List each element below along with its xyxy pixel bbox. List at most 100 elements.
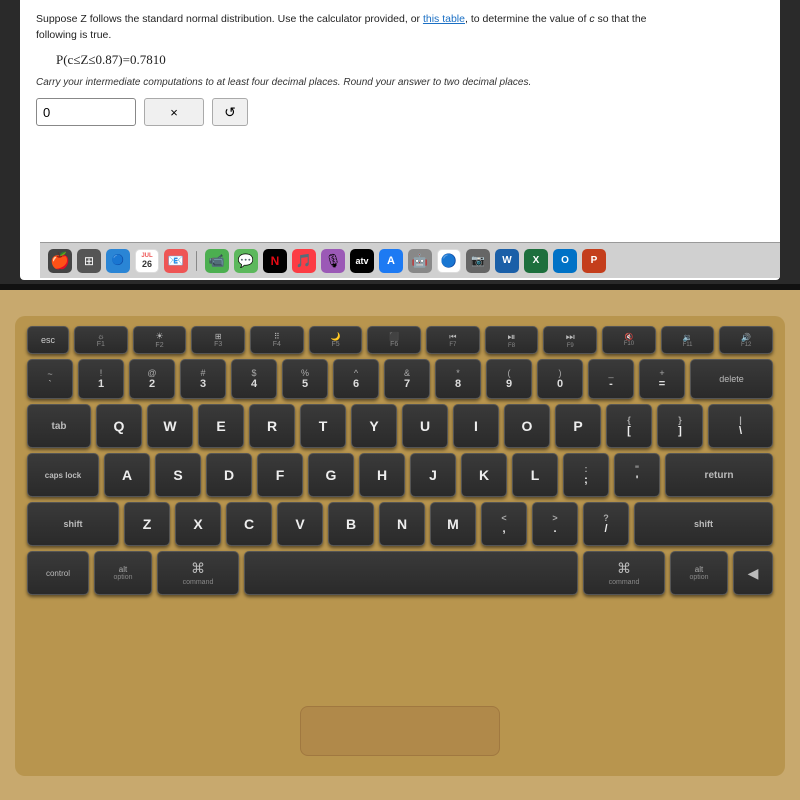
key-f10[interactable]: 🔇 F10	[602, 326, 656, 354]
answer-input[interactable]	[36, 98, 136, 126]
key-8[interactable]: * 8	[435, 359, 481, 399]
key-n[interactable]: N	[379, 502, 425, 546]
key-option-right[interactable]: alt option	[670, 551, 728, 595]
key-f8[interactable]: ⏯ F8	[485, 326, 539, 354]
key-f3[interactable]: ⊞ F3	[191, 326, 245, 354]
key-backspace[interactable]: delete	[690, 359, 773, 399]
key-1[interactable]: ! 1	[78, 359, 124, 399]
key-s[interactable]: S	[155, 453, 201, 497]
key-shift-right[interactable]: shift	[634, 502, 773, 546]
key-6[interactable]: ^ 6	[333, 359, 379, 399]
key-y[interactable]: Y	[351, 404, 397, 448]
key-p[interactable]: P	[555, 404, 601, 448]
problem-link[interactable]: this table	[423, 13, 465, 25]
dock-icon-music[interactable]: 🎵	[292, 249, 316, 273]
key-quote[interactable]: " '	[614, 453, 660, 497]
dock-icon-screencapture[interactable]: 📷	[466, 249, 490, 273]
dock-icon-powerpoint[interactable]: P	[582, 249, 606, 273]
key-caps-lock[interactable]: caps lock	[27, 453, 99, 497]
dock-icon-podcast[interactable]: 🎙	[321, 249, 345, 273]
key-comma[interactable]: < ,	[481, 502, 527, 546]
key-d[interactable]: D	[206, 453, 252, 497]
key-5[interactable]: % 5	[282, 359, 328, 399]
key-9[interactable]: ( 9	[486, 359, 532, 399]
key-f1[interactable]: ☼ F1	[74, 326, 128, 354]
key-o[interactable]: O	[504, 404, 550, 448]
dock-icon-launchpad[interactable]: ⊞	[77, 249, 101, 273]
key-equals[interactable]: + =	[639, 359, 685, 399]
key-backslash[interactable]: | \	[708, 404, 773, 448]
key-backtick[interactable]: ~ `	[27, 359, 73, 399]
dock-icon-app1[interactable]: 📧	[164, 249, 188, 273]
key-f2[interactable]: ☀ F2	[133, 326, 187, 354]
dock-icon-messages[interactable]: 💬	[234, 249, 258, 273]
key-m[interactable]: M	[430, 502, 476, 546]
number-key-row: ~ ` ! 1 @ 2 # 3 $ 4	[27, 359, 773, 399]
key-q[interactable]: Q	[96, 404, 142, 448]
key-arrow-left[interactable]: ◀	[733, 551, 773, 595]
key-bracket-l[interactable]: { [	[606, 404, 652, 448]
key-0[interactable]: ) 0	[537, 359, 583, 399]
reset-button[interactable]: ↺	[212, 98, 248, 126]
dock-icon-excel[interactable]: X	[524, 249, 548, 273]
dock-icon-facetime[interactable]: 📹	[205, 249, 229, 273]
dock-icon-chrome[interactable]: 🔵	[437, 249, 461, 273]
key-return[interactable]: return	[665, 453, 773, 497]
problem-text-2: , to determine the value of	[465, 13, 589, 25]
clear-button[interactable]: ×	[144, 98, 204, 126]
key-bracket-r[interactable]: } ]	[657, 404, 703, 448]
key-7[interactable]: & 7	[384, 359, 430, 399]
key-e[interactable]: E	[198, 404, 244, 448]
key-z[interactable]: Z	[124, 502, 170, 546]
key-minus[interactable]: _ -	[588, 359, 634, 399]
key-4[interactable]: $ 4	[231, 359, 277, 399]
key-semicolon[interactable]: : ;	[563, 453, 609, 497]
key-shift-left[interactable]: shift	[27, 502, 119, 546]
dock-icon-calendar[interactable]: JUL 26	[135, 249, 159, 273]
key-f12[interactable]: 🔊 F12	[719, 326, 773, 354]
key-v[interactable]: V	[277, 502, 323, 546]
key-b[interactable]: B	[328, 502, 374, 546]
dock-icon-finder[interactable]: 🔵	[106, 249, 130, 273]
key-3[interactable]: # 3	[180, 359, 226, 399]
key-k[interactable]: K	[461, 453, 507, 497]
key-f9[interactable]: ⏭ F9	[543, 326, 597, 354]
dock-icon-copilot[interactable]: 🤖	[408, 249, 432, 273]
key-t[interactable]: T	[300, 404, 346, 448]
key-esc[interactable]: esc	[27, 326, 69, 354]
key-h[interactable]: H	[359, 453, 405, 497]
key-f7[interactable]: ⏮ F7	[426, 326, 480, 354]
key-f11[interactable]: 🔉 F11	[661, 326, 715, 354]
asdf-key-row: caps lock A S D F G H J K L : ; " ' retu…	[27, 453, 773, 497]
key-space[interactable]	[244, 551, 578, 595]
key-2[interactable]: @ 2	[129, 359, 175, 399]
key-tab[interactable]: tab	[27, 404, 91, 448]
key-l[interactable]: L	[512, 453, 558, 497]
key-u[interactable]: U	[402, 404, 448, 448]
dock-icon-N[interactable]: N	[263, 249, 287, 273]
key-g[interactable]: G	[308, 453, 354, 497]
key-f[interactable]: F	[257, 453, 303, 497]
key-w[interactable]: W	[147, 404, 193, 448]
key-x[interactable]: X	[175, 502, 221, 546]
key-f4[interactable]: ⠿ F4	[250, 326, 304, 354]
key-a[interactable]: A	[104, 453, 150, 497]
key-command-right[interactable]: ⌘ command	[583, 551, 665, 595]
trackpad[interactable]	[300, 706, 500, 756]
key-option-left[interactable]: alt option	[94, 551, 152, 595]
key-period[interactable]: > .	[532, 502, 578, 546]
key-i[interactable]: I	[453, 404, 499, 448]
key-command-left[interactable]: ⌘ command	[157, 551, 239, 595]
key-f6[interactable]: ⬛ F6	[367, 326, 421, 354]
key-j[interactable]: J	[410, 453, 456, 497]
key-r[interactable]: R	[249, 404, 295, 448]
dock-icon-appstore[interactable]: A	[379, 249, 403, 273]
key-c[interactable]: C	[226, 502, 272, 546]
key-f5[interactable]: 🌙 F5	[309, 326, 363, 354]
key-control[interactable]: control	[27, 551, 89, 595]
key-slash[interactable]: ? /	[583, 502, 629, 546]
dock-icon-outlook[interactable]: O	[553, 249, 577, 273]
dock-icon-word[interactable]: W	[495, 249, 519, 273]
dock-icon-apple[interactable]: 🍎	[48, 249, 72, 273]
dock-icon-tv[interactable]: atv	[350, 249, 374, 273]
